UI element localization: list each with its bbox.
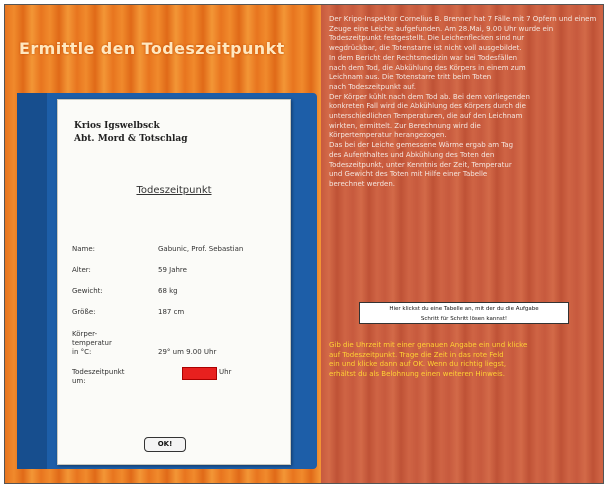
header-line-2: Abt. Mord & Totschlag xyxy=(74,134,188,144)
field-value-name: Gabunic, Prof. Sebastian xyxy=(158,245,244,253)
ok-button[interactable]: OK! xyxy=(144,437,186,452)
field-label-weight: Gewicht: xyxy=(72,287,103,295)
document-title: Todeszeitpunkt xyxy=(136,185,212,196)
left-panel: Ermittle den Todeszeitpunkt Krios Igswel… xyxy=(5,5,317,483)
time-of-death-input[interactable] xyxy=(182,367,217,380)
header-line-1: Krios Igswelbsck xyxy=(74,121,160,131)
folder-tab xyxy=(17,93,47,469)
time-unit-label: Uhr xyxy=(219,368,232,376)
field-label-name: Name: xyxy=(72,245,96,253)
document-header: Krios Igswelbsck Abt. Mord & Totschlag xyxy=(74,120,188,146)
activity-frame: Ermittle den Todeszeitpunkt Krios Igswel… xyxy=(4,4,604,484)
field-value-temperature: 29° um 9.00 Uhr xyxy=(158,348,217,356)
instructions-text: Der Kripo-Inspektor Cornelius B. Brenner… xyxy=(329,15,597,188)
report-document: Krios Igswelbsck Abt. Mord & Totschlag T… xyxy=(57,99,291,465)
field-value-age: 59 Jahre xyxy=(158,266,187,274)
field-label-age: Alter: xyxy=(72,266,91,274)
field-label-height: Größe: xyxy=(72,308,96,316)
page-title: Ermittle den Todeszeitpunkt xyxy=(19,39,285,58)
table-link-button[interactable]: Hier klickst du eine Tabelle an, mit der… xyxy=(359,302,569,324)
hint-text: Gib die Uhrzeit mit einer genauen Angabe… xyxy=(329,341,528,378)
field-label-temperature: Körper- temperatur in °C: xyxy=(72,330,112,356)
field-value-height: 187 cm xyxy=(158,308,185,316)
field-value-weight: 68 kg xyxy=(158,287,178,295)
field-label-time-of-death: Todeszeitpunkt um: xyxy=(72,368,125,385)
instructions-panel: Der Kripo-Inspektor Cornelius B. Brenner… xyxy=(321,5,603,483)
